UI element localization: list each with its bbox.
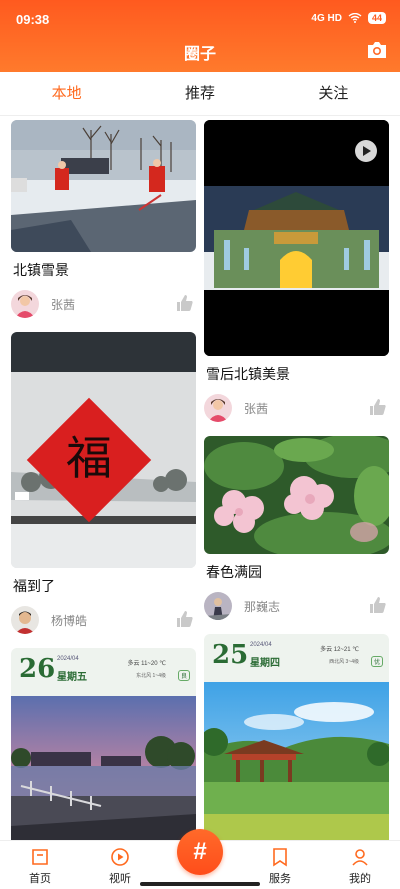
post-meta: 张茜 (204, 390, 389, 430)
calendar-weather: 多云 12~21 ℃ (320, 647, 359, 653)
avatar[interactable] (204, 592, 232, 620)
post-card[interactable]: 25 2024/04 星期四 多云 12~21 ℃ 西北风 3~4级 优 (204, 634, 389, 840)
calendar-header: 26 2024/04 星期五 多云 11~20 ℃ 东北风 1~4级 良 (11, 648, 196, 696)
user-icon (352, 849, 368, 866)
feed-column-right: 雪后北镇美景 张茜 春色满园 那巍志 25 2024/04 星期四 多云 12~… (204, 120, 389, 840)
nav-media[interactable]: 视听 (90, 841, 150, 886)
post-meta: 那巍志 (204, 588, 389, 628)
fu-character: 福 (66, 431, 112, 485)
calendar-weather: 多云 11~20 ℃ (127, 661, 166, 667)
status-time: 09:38 (16, 12, 50, 27)
post-feed[interactable]: 北镇雪景 张茜 福 福到了 杨博皓 26 2024/04 星期五 多云 11~2… (0, 116, 400, 840)
thumbs-up-icon[interactable] (369, 398, 387, 416)
post-image-calendar-25[interactable]: 25 2024/04 星期四 多云 12~21 ℃ 西北风 3~4级 优 (204, 634, 389, 840)
post-card[interactable]: 雪后北镇美景 张茜 (204, 120, 389, 430)
feed-tabs: 本地 推荐 关注 (0, 72, 400, 116)
calendar-air-quality: 良 (177, 670, 190, 681)
post-card[interactable]: 26 2024/04 星期五 多云 11~20 ℃ 东北风 1~4级 良 (11, 648, 196, 840)
status-bar: 09:38 4G HD 44 (16, 10, 386, 30)
calendar-day: 25 (212, 640, 249, 670)
post-card[interactable]: 北镇雪景 张茜 (11, 120, 196, 326)
calendar-year-month: 2024/04 (250, 642, 272, 648)
feed-column-left: 北镇雪景 张茜 福 福到了 杨博皓 26 2024/04 星期五 多云 11~2… (11, 120, 196, 840)
post-title: 春色满园 (206, 564, 262, 580)
post-image-cherry-blossom[interactable] (204, 436, 389, 554)
post-card[interactable]: 福 福到了 杨博皓 (11, 332, 196, 642)
wifi-icon (348, 13, 362, 23)
battery-indicator: 44 (367, 12, 386, 24)
post-image-fu-window[interactable]: 福 (11, 332, 196, 568)
status-icons: 4G HD 44 (311, 12, 386, 24)
nav-home[interactable]: 首页 (10, 841, 70, 886)
author-name[interactable]: 张茜 (244, 400, 268, 417)
post-meta: 杨博皓 (11, 602, 196, 642)
nav-services[interactable]: 服务 (250, 841, 310, 886)
home-icon (32, 849, 48, 865)
home-indicator[interactable] (140, 882, 260, 886)
network-label: 4G HD (311, 12, 342, 24)
author-name[interactable]: 那巍志 (244, 598, 280, 615)
calendar-wind: 东北风 1~4级 (136, 673, 166, 679)
post-video-castle[interactable] (204, 120, 389, 356)
calendar-year-month: 2024/04 (57, 656, 79, 662)
play-icon[interactable] (355, 140, 377, 162)
avatar[interactable] (11, 606, 39, 634)
nav-label: 首页 (29, 873, 51, 885)
bottom-nav: 首页 视听 # 服务 我的 (0, 829, 400, 889)
bookmark-icon (273, 848, 287, 867)
calendar-day: 26 (19, 654, 56, 684)
avatar[interactable] (11, 290, 39, 318)
thumbs-up-icon[interactable] (369, 596, 387, 614)
page-title: 圈子 (183, 46, 216, 63)
tab-local[interactable]: 本地 (0, 72, 133, 115)
calendar-weekday: 星期五 (57, 672, 87, 683)
post-title: 北镇雪景 (13, 262, 69, 278)
author-name[interactable]: 张茜 (51, 296, 75, 313)
calendar-wind: 西北风 3~4级 (329, 659, 359, 665)
tab-recommend[interactable]: 推荐 (133, 72, 266, 115)
nav-me[interactable]: 我的 (330, 841, 390, 886)
calendar-header: 25 2024/04 星期四 多云 12~21 ℃ 西北风 3~4级 优 (204, 634, 389, 682)
thumbs-up-icon[interactable] (176, 610, 194, 628)
post-title: 雪后北镇美景 (206, 366, 290, 382)
post-image-snow-scene[interactable] (11, 120, 196, 252)
calendar-air-quality: 优 (370, 656, 383, 667)
camera-icon[interactable] (366, 41, 388, 59)
post-image-calendar-26[interactable]: 26 2024/04 星期五 多云 11~20 ℃ 东北风 1~4级 良 (11, 648, 196, 840)
avatar[interactable] (204, 394, 232, 422)
calendar-weekday: 星期四 (250, 658, 280, 669)
play-circle-icon (111, 848, 129, 866)
post-card[interactable]: 春色满园 那巍志 (204, 436, 389, 628)
post-meta: 张茜 (11, 286, 196, 326)
post-button[interactable]: # (177, 829, 223, 875)
tab-follow[interactable]: 关注 (267, 72, 400, 115)
nav-label: 我的 (349, 873, 371, 885)
app-header: 09:38 4G HD 44 圈子 (0, 0, 400, 72)
post-title: 福到了 (13, 578, 55, 594)
author-name[interactable]: 杨博皓 (51, 612, 87, 629)
thumbs-up-icon[interactable] (176, 294, 194, 312)
